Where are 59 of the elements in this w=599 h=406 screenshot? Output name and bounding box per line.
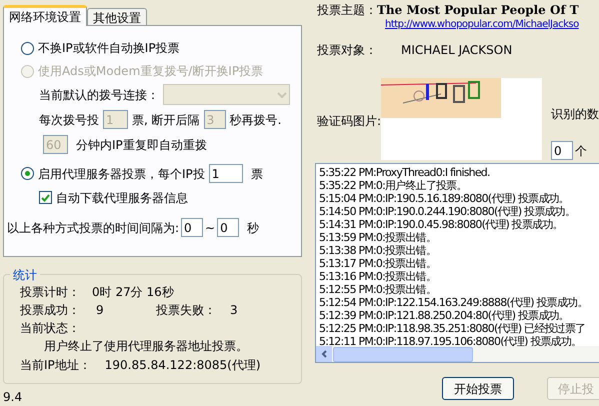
action-button[interactable]: 开始投票 (442, 377, 514, 400)
log-line: 5:13:38 PM:0:投票出错。 (319, 244, 436, 257)
log-line: 5:35:22 PM:ProxyThread0:I finished. (319, 166, 490, 179)
checkbox[interactable] (39, 191, 52, 204)
interval-to-field[interactable]: 0 (217, 218, 240, 238)
field-label: ~ (205, 220, 216, 237)
status-text: 用户终止了使用代理服务器地址投票。 (43, 338, 248, 355)
char-count-field[interactable]: 0 (551, 141, 573, 160)
log-line: 5:15:04 PM:0:IP:190.5.16.189:8080(代理) 投票成功。 (319, 192, 569, 205)
field-label: 秒 (247, 220, 260, 237)
stat-value: 190.85.84.122:8085(代理) (104, 356, 261, 373)
stat-label: 当前IP地址： (20, 356, 91, 373)
stat-value: 3 (230, 302, 238, 318)
stat-label: 投票成功： (20, 302, 80, 318)
field-label: 每次拨号投 (39, 112, 99, 129)
stat-label: 投票计时： (20, 284, 80, 300)
stat-value: 9 (96, 302, 105, 318)
field-label: 分钟内IP重复即自动重拨 (76, 136, 207, 154)
checkbox-label: 自动下载代理服务器信息 (56, 190, 188, 207)
log-line: 5:12:54 PM:0:IP:122.154.163.249:8888(代理) 投票成功。 (319, 296, 588, 309)
field-label: 票 (250, 166, 263, 183)
check-icon (41, 194, 50, 202)
subject-title: The Most Popular People Of T (377, 2, 579, 18)
log-line: 5:14:31 PM:0:IP:190.0.45.98:8080(代理) 投票成功。 (319, 218, 563, 231)
interval-from-field[interactable]: 0 (181, 218, 204, 238)
option-label: 不换IP或软件自动换IP投票 (38, 40, 180, 58)
tab[interactable]: 网络环境设置 (3, 4, 87, 26)
target-value: MICHAEL JACKSON (401, 42, 512, 58)
log-line: 5:13:59 PM:0:投票出错。 (319, 231, 436, 244)
log-line: 5:12:25 PM:0:IP:118.98.35.251:8080(代理) 已经投过票了 (319, 322, 586, 335)
scroll-left-icon[interactable] (316, 346, 332, 362)
log-line: 5:14:50 PM:0:IP:190.0.244.190:8080(代理) 投票成功。 (319, 205, 576, 218)
field-label: 个 (575, 142, 587, 160)
field-label: 识别的数 (551, 106, 599, 123)
field-label: 验证码图片: (317, 113, 382, 130)
scroll-thumb[interactable] (333, 346, 473, 362)
log-line: 5:35:22 PM:0:用户终止了投票。 (319, 179, 467, 192)
option-label: 使用Ads或Modem重复拨号/断开换IP投票 (38, 63, 264, 80)
field-label: 以上各种方式投票的时间间隔为: (7, 220, 180, 237)
log-line: 5:13:17 PM:0:投票出错。 (319, 257, 436, 270)
horizontal-scrollbar[interactable] (316, 346, 599, 362)
version-text: 9.4 (3, 389, 22, 406)
log-line: 5:13:16 PM:0:投票出错。 (319, 270, 436, 283)
votes-per-ip-field[interactable]: 1 (208, 164, 243, 184)
field-label: 投票对象： (317, 42, 377, 58)
radio-button[interactable] (21, 167, 34, 180)
field-label: 票, 断开后隔 (132, 112, 200, 129)
subject-link[interactable]: http://www.whopopular.com/MichaelJackso (385, 17, 579, 33)
log-line: 5:12:39 PM:0:IP:121.88.250.204:80(代理) 投票成功。 (319, 309, 569, 322)
radio-button[interactable] (21, 42, 34, 55)
field-label: 当前默认的拨号连接： (39, 86, 159, 104)
stat-label: 投票失败： (156, 302, 216, 318)
field-label: 秒再拨号. (230, 112, 282, 129)
tab[interactable]: 其他设置 (87, 8, 147, 26)
option-label: 启用代理服务器投票，每个IP投 (38, 166, 205, 183)
field-label: 投票主题： (317, 2, 377, 18)
log-line: 5:12:55 PM:0:投票出错。 (319, 283, 436, 296)
stat-label: 当前状态： (20, 320, 80, 336)
stat-value: 0时 27分 16秒 (92, 284, 174, 300)
